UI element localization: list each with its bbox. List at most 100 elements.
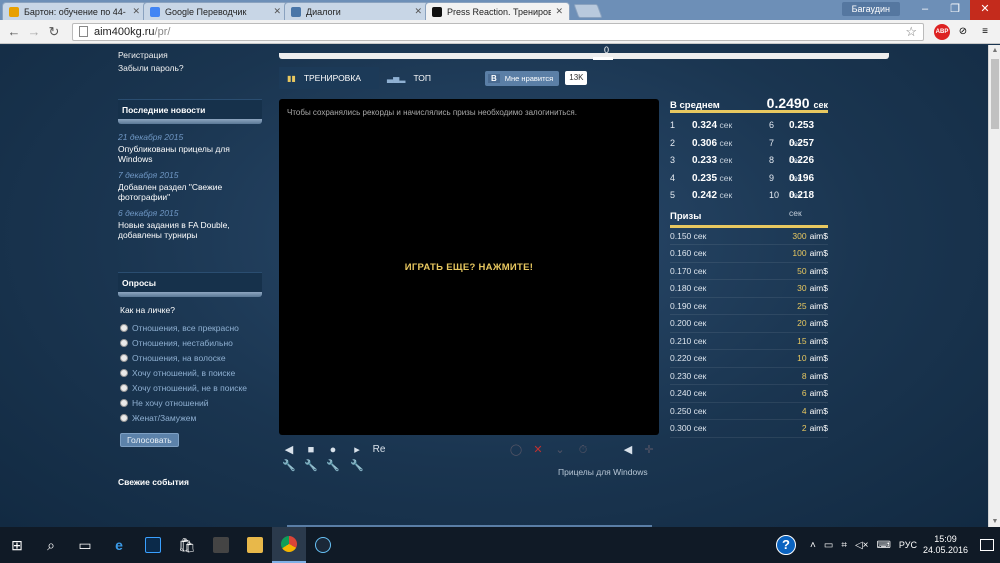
tab-training[interactable]: ▮▮ ТРЕНИРОВКА [279,67,379,89]
target-settings-icon[interactable]: ●🔧 [325,442,341,472]
sidebar: Регистрация Забыли пароль? Последние нов… [118,45,262,487]
color-settings-icon[interactable]: ■🔧 [303,442,319,472]
radio-button[interactable] [120,354,128,362]
size-settings-icon[interactable]: ▸🔧 [349,442,365,472]
poll-option[interactable]: Женат/Замужем [118,413,262,423]
explorer-icon[interactable] [238,527,272,563]
news-link[interactable]: Опубликованы прицелы для Windows [118,144,262,164]
play-again-prompt[interactable]: ИГРАТЬ ЕЩЕ? НАЖМИТЕ! [279,262,659,273]
poll-option[interactable]: Не хочу отношений [118,398,262,408]
steam-icon[interactable] [306,527,340,563]
record-number: 3 [670,155,676,165]
browser-tab[interactable]: Диалоги ✕ [284,2,429,20]
close-window-icon[interactable]: ✕ [970,0,1000,20]
keyboard-icon[interactable]: ⌨ [876,540,890,551]
record-time: 0.233 сек [692,155,733,166]
reset-button[interactable]: Re [371,442,387,458]
forward-icon[interactable]: → [26,24,42,39]
minimize-icon[interactable]: – [910,0,940,20]
browser-tab[interactable]: Google Переводчик ✕ [143,2,288,20]
average-label: В среднем [670,100,720,111]
browser-tab-active[interactable]: Press Reaction. Трениров ✕ [425,2,570,20]
mouse-icon[interactable]: ⌄ [552,442,568,458]
news-item: 7 декабря 2015 Добавлен раздел "Свежие ф… [118,170,262,202]
new-tab-button[interactable] [573,4,603,18]
timer-icon[interactable]: ⏱ [575,442,591,458]
windows-crosshairs-link[interactable]: Прицелы для Windows [558,467,648,477]
news-item: 21 декабря 2015 Опубликованы прицелы для… [118,132,262,164]
cross-icon[interactable]: ✕ [530,442,546,458]
record-number: 4 [670,172,676,183]
poll-option-label: Отношения, на волоске [132,353,226,363]
task-view-icon[interactable]: ▭ [68,527,102,563]
radio-button[interactable] [120,414,128,422]
poll-option[interactable]: Хочу отношений, в поиске [118,368,262,378]
close-tab-icon[interactable]: ✕ [414,6,422,17]
vk-like-button[interactable]: В Мне нравится [485,70,560,86]
bookmark-star-icon[interactable]: ☆ [905,24,917,40]
scroll-thumb[interactable] [991,59,999,129]
register-link[interactable]: Регистрация [118,49,262,62]
tab-title: Диалоги [306,6,341,17]
close-tab-icon[interactable]: ✕ [555,6,563,17]
scroll-up-icon[interactable]: ▲ [989,47,1000,54]
scroll-down-icon[interactable]: ▼ [989,518,1000,525]
photoshop-icon[interactable] [136,527,170,563]
volume-tray-icon[interactable]: ◁× [855,540,869,551]
reload-icon[interactable]: ↻ [46,24,62,40]
radio-button[interactable] [120,384,128,392]
page-scrollbar[interactable]: ▲ ▼ [988,45,1000,527]
radio-button[interactable] [120,324,128,332]
prize-row: 0.240 сек 6 aim$ [670,385,828,403]
restore-icon[interactable]: ❐ [940,0,970,20]
extension-icon[interactable]: ⊘ [954,24,972,40]
record-time: 0.218 сек [789,190,815,218]
edge-icon[interactable]: e [102,527,136,563]
radio-button[interactable] [120,369,128,377]
forgot-password-link[interactable]: Забыли пароль? [118,62,262,75]
close-tab-icon[interactable]: ✕ [273,6,281,17]
app-icon[interactable] [204,527,238,563]
sound-settings-icon[interactable]: ◀🔧 [281,442,297,472]
display-icon[interactable]: ▭ [824,540,833,551]
notifications-icon[interactable] [980,539,994,551]
search-icon[interactable]: ⌕ [34,527,68,563]
address-bar[interactable]: aim400kg.ru/pr/ ☆ [72,22,924,41]
radio-button[interactable] [120,339,128,347]
tab-top[interactable]: ▃▅▂ ТОП [379,67,479,89]
news-date: 6 декабря 2015 [118,208,179,218]
store-icon[interactable]: 🛍 [170,527,204,563]
menu-icon[interactable]: ≡ [976,24,994,40]
poll-option[interactable]: Отношения, нестабильно [118,338,262,348]
help-icon[interactable]: ? [776,535,797,555]
volume-icon[interactable]: ◀ [620,442,636,458]
poll-option[interactable]: Хочу отношений, не в поиске [118,383,262,393]
vote-button[interactable]: Голосовать [120,433,179,447]
radio-button[interactable] [120,399,128,407]
clock[interactable]: 15:09 24.05.2016 [923,534,968,556]
volume-slider[interactable] [593,57,613,60]
adblock-icon[interactable]: ABP [934,23,950,40]
poll-option[interactable]: Отношения, все прекрасно [118,323,262,333]
profile-button[interactable]: Багаудин [841,2,900,16]
language-indicator[interactable]: РУС [899,540,917,550]
slider-value: 0 [604,45,610,55]
circle-target-icon[interactable]: ◯ [508,442,524,458]
crosshair-toggle-icon[interactable]: ✛ [641,442,657,458]
news-link[interactable]: Добавлен раздел "Свежие фотографии" [118,182,262,202]
clock-time: 15:09 [934,534,957,544]
login-notice: Чтобы сохранялись рекорды и начислялись … [287,108,577,117]
news-link[interactable]: Новые задания в FA Double, добавлены тур… [118,220,262,240]
browser-tab[interactable]: Бартон: обучение по 44- ✕ [2,2,147,20]
show-hidden-icon[interactable]: ˄ [810,540,816,551]
back-icon[interactable]: ← [6,24,22,39]
game-canvas[interactable]: Чтобы сохранялись рекорды и начислялись … [279,99,659,435]
record-time: 0.324 сек [692,120,733,131]
page-content: Регистрация Забыли пароль? Последние нов… [0,45,988,527]
podium-icon: ▃▅▂ [387,73,406,83]
network-icon[interactable]: ⌗ [841,540,847,551]
poll-option[interactable]: Отношения, на волоске [118,353,262,363]
start-icon[interactable]: ⊞ [0,527,34,563]
chrome-icon[interactable] [272,527,306,563]
close-tab-icon[interactable]: ✕ [132,6,140,17]
